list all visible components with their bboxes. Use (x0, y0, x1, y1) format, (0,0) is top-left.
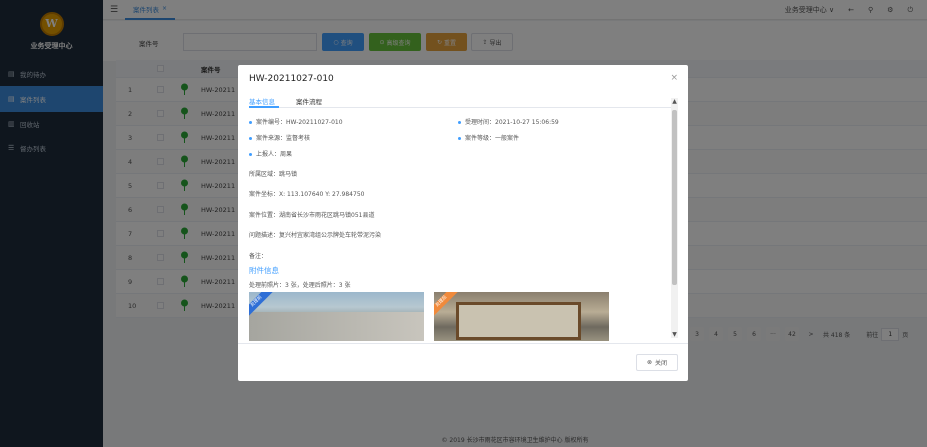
info-accept-time: 受理时间：2021-10-27 15:06:59 (458, 117, 559, 126)
info-case-no: 案件编号：HW-20211027-010 (249, 117, 343, 126)
photo-board (456, 302, 581, 340)
modal-tabs: 基本信息 案件流程 (249, 94, 677, 108)
info-level: 案件等级：一般案件 (458, 133, 519, 142)
bullet-dot (249, 121, 252, 124)
tab-basic-info[interactable]: 基本信息 (249, 96, 275, 106)
modal-footer: ⊗ 关闭 (238, 343, 688, 381)
tab-case-flow[interactable]: 案件流程 (296, 96, 322, 106)
info-location: 案件位置：湖南省长沙市雨花区跳马镇051县道 (249, 212, 375, 219)
photo-before[interactable]: 处理前 (249, 292, 424, 341)
bullet-dot (458, 121, 461, 124)
info-source-text: 案件来源：监督考核 (256, 135, 311, 142)
scroll-down-icon[interactable]: ▼ (671, 331, 678, 338)
info-remark: 备注： (249, 253, 268, 260)
close-icon[interactable]: × (670, 73, 678, 83)
info-reporter-text: 上报人：周果 (256, 151, 293, 158)
info-reporter: 上报人：周果 (249, 149, 292, 158)
info-level-text: 案件等级：一般案件 (465, 135, 520, 142)
info-region: 所属区域：跳马镇 (249, 171, 298, 178)
close-button[interactable]: ⊗ 关闭 (636, 354, 678, 371)
bullet-dot (458, 137, 461, 140)
close-circle-icon: ⊗ (646, 359, 652, 366)
info-description: 问题描述：复兴村宜家湾组公示牌处车轮带泥污染 (249, 232, 382, 239)
scroll-up-icon[interactable]: ▲ (671, 98, 678, 105)
case-detail-modal: HW-20211027-010 × 基本信息 案件流程 案件编号：HW-2021… (238, 65, 688, 381)
bullet-dot (249, 137, 252, 140)
modal-title: HW-20211027-010 (249, 74, 334, 84)
scroll-thumb[interactable] (672, 110, 677, 285)
info-accept-time-text: 受理时间：2021-10-27 15:06:59 (465, 119, 559, 126)
modal-body: 案件编号：HW-20211027-010 受理时间：2021-10-27 15:… (238, 109, 678, 341)
info-coords: 案件坐标：X: 113.107640 Y: 27.984750 (249, 191, 365, 198)
active-tab-indicator (249, 106, 279, 108)
bullet-dot (249, 153, 252, 156)
photo-after[interactable]: 处理后 (434, 292, 609, 341)
info-case-no-text: 案件编号：HW-20211027-010 (256, 119, 343, 126)
info-source: 案件来源：监督考核 (249, 133, 310, 142)
photo-road (249, 312, 424, 341)
attachment-title: 附件信息 (249, 266, 279, 275)
close-button-label: 关闭 (655, 360, 668, 367)
attachment-summary: 处理前照片：3 张，处理后照片：3 张 (249, 282, 351, 289)
modal-scrollbar[interactable]: ▲ ▼ (671, 98, 678, 338)
